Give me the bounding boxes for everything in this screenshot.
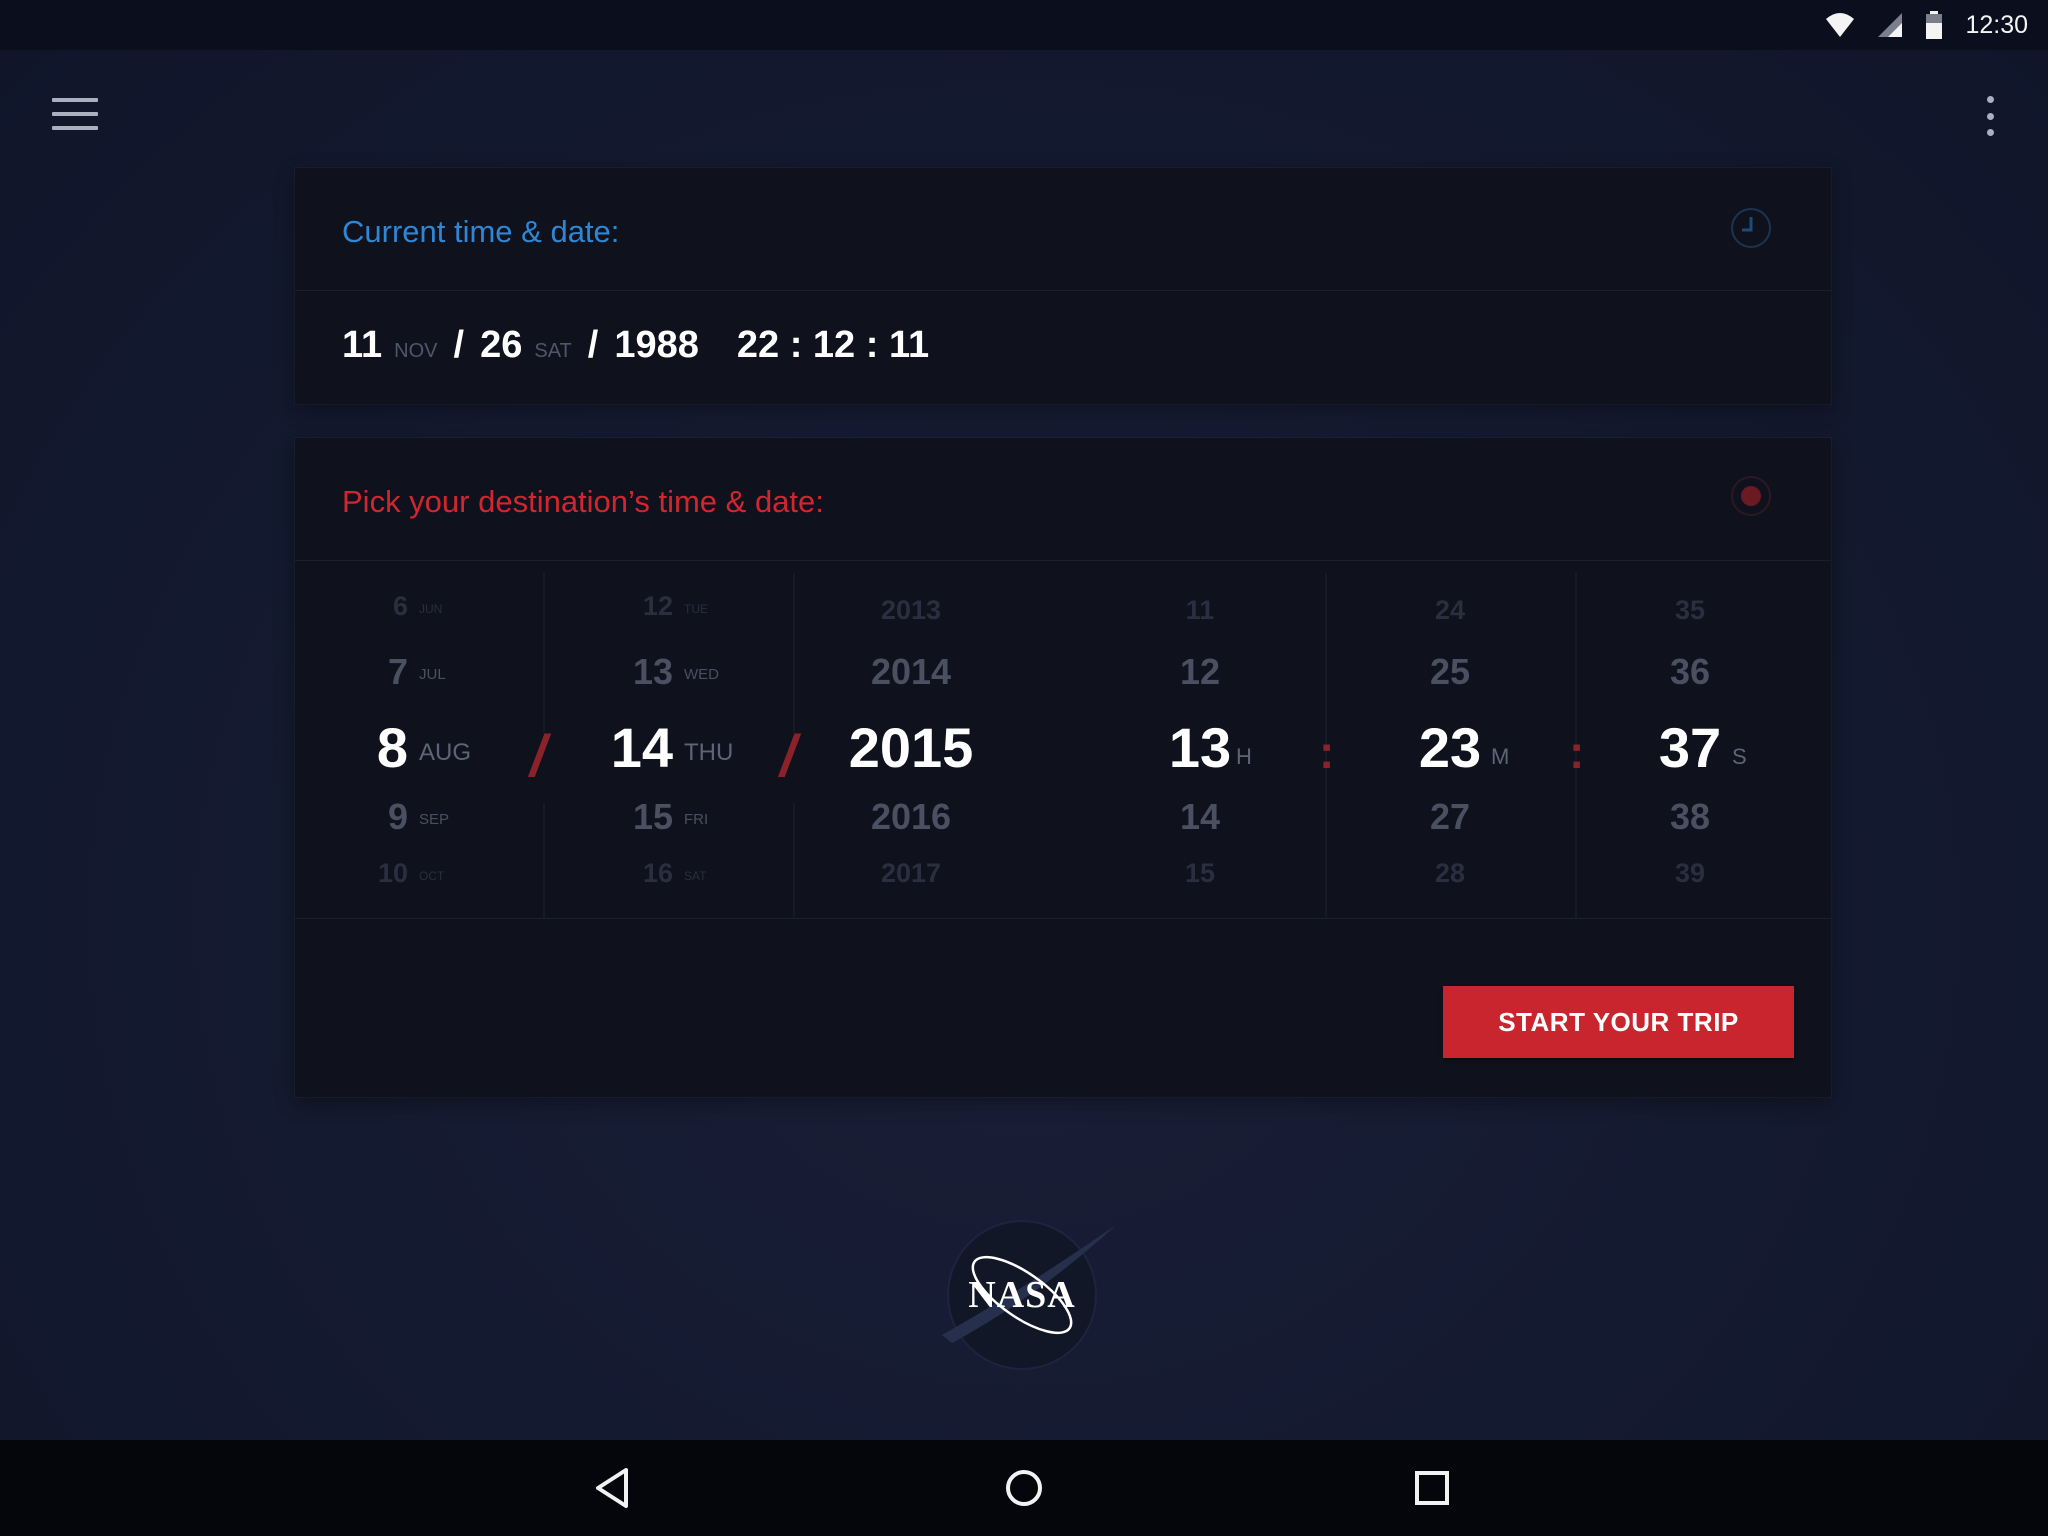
menu-icon[interactable] xyxy=(52,98,98,130)
day-value: 14 xyxy=(610,716,673,779)
date-separator: / xyxy=(587,324,599,366)
second-value: 37 xyxy=(1658,716,1722,779)
status-time: 12:30 xyxy=(1965,10,2028,39)
day-value: 12 xyxy=(642,591,673,621)
day-label: TUE xyxy=(684,602,708,617)
second-value: 38 xyxy=(1669,796,1711,837)
current-time-value: 22 : 12 : 11 xyxy=(736,324,930,366)
second-value: 35 xyxy=(1674,595,1706,625)
hour-unit: H xyxy=(1236,744,1252,770)
date-separator: / xyxy=(530,724,547,789)
minute-value: 25 xyxy=(1429,651,1471,692)
month-value: 10 xyxy=(377,858,408,888)
minute-value: 24 xyxy=(1434,595,1466,625)
month-label: JUN xyxy=(419,602,443,617)
month-value: 8 xyxy=(376,716,408,779)
year-value: 2013 xyxy=(880,595,942,625)
nasa-logo-text: NASA xyxy=(968,1274,1075,1316)
start-trip-button[interactable]: START YOUR TRIP xyxy=(1443,986,1794,1058)
year-value: 2015 xyxy=(848,716,974,779)
destination-card: Pick your destination’s time & date: / /… xyxy=(295,438,1831,1097)
day-label: THU xyxy=(684,738,734,766)
day-label: WED xyxy=(684,666,719,684)
recents-icon[interactable] xyxy=(1408,1464,1456,1512)
second-unit: S xyxy=(1732,744,1747,770)
second-value: 39 xyxy=(1674,858,1706,888)
year-value: 2016 xyxy=(870,796,952,837)
date-separator: / xyxy=(453,324,465,366)
navigation-bar xyxy=(0,1440,2048,1536)
minute-unit: M xyxy=(1491,744,1510,770)
year-value: 2014 xyxy=(870,651,952,692)
day-value: 15 xyxy=(632,796,673,837)
hour-value: 14 xyxy=(1179,796,1221,837)
wifi-icon xyxy=(1825,12,1855,38)
hour-value: 15 xyxy=(1184,858,1216,888)
status-bar: 12:30 xyxy=(0,0,2048,50)
current-day-label: SAT xyxy=(534,340,572,362)
month-value: 6 xyxy=(392,591,408,621)
month-label: JUL xyxy=(419,666,446,684)
current-month-value: 11 xyxy=(342,324,383,366)
home-icon[interactable] xyxy=(1000,1464,1048,1512)
month-label: AUG xyxy=(419,738,472,766)
year-value: 2017 xyxy=(880,858,942,888)
destination-title: Pick your destination’s time & date: xyxy=(342,484,824,519)
day-label: FRI xyxy=(684,811,709,829)
minute-value: 23 xyxy=(1418,716,1482,779)
minute-value: 27 xyxy=(1429,796,1471,837)
hour-value: 13 xyxy=(1168,716,1232,779)
time-separator: : xyxy=(1569,726,1585,778)
current-year-value: 1988 xyxy=(614,324,699,366)
current-month-label: NOV xyxy=(394,340,438,362)
battery-icon xyxy=(1925,11,1943,39)
datetime-picker: / / : : 6 JUN 7 JUL 8 AUG 9 SEP 10 OCT 12 TUE 13 WED… xyxy=(295,573,1831,919)
day-value: 16 xyxy=(642,858,673,888)
clock-icon xyxy=(1729,206,1773,255)
second-value: 36 xyxy=(1669,651,1711,692)
signal-icon xyxy=(1877,12,1903,38)
month-value: 7 xyxy=(387,651,408,692)
month-label: OCT xyxy=(419,869,445,884)
hour-value: 12 xyxy=(1179,651,1221,692)
back-icon[interactable] xyxy=(590,1464,638,1512)
current-datetime: 11 NOV / 26 SAT / 1988 22 : 12 : 11 xyxy=(342,324,929,367)
hour-value: 11 xyxy=(1185,595,1215,625)
overflow-menu-icon[interactable] xyxy=(1980,96,2000,136)
nasa-logo: NASA xyxy=(930,1215,1130,1380)
current-day-value: 26 xyxy=(480,324,523,366)
time-separator: : xyxy=(1319,726,1335,778)
date-separator: / xyxy=(780,724,797,789)
day-label: SAT xyxy=(684,869,707,884)
current-time-card: Current time & date: 11 NOV / 26 SAT / 1988 22 … xyxy=(295,168,1831,404)
day-value: 13 xyxy=(632,651,673,692)
month-label: SEP xyxy=(419,811,450,829)
minute-value: 28 xyxy=(1434,858,1466,888)
current-time-title: Current time & date: xyxy=(342,214,620,249)
record-icon xyxy=(1729,476,1773,523)
month-value: 9 xyxy=(387,796,408,837)
